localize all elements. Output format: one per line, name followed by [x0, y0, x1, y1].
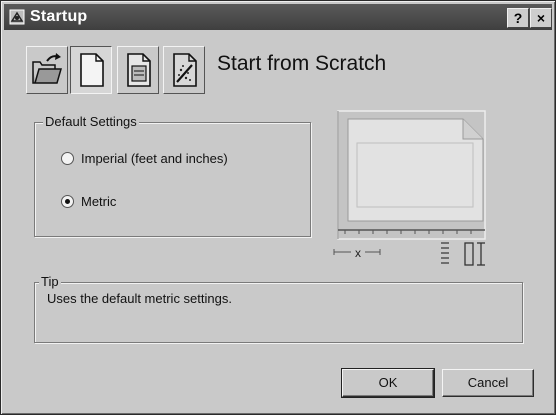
- radio-button[interactable]: [61, 195, 74, 208]
- metric-label: Metric: [81, 194, 117, 209]
- app-icon: [9, 9, 25, 25]
- cancel-button[interactable]: Cancel: [442, 369, 534, 397]
- window-title: Startup: [30, 8, 88, 25]
- tip-text: Uses the default metric settings.: [47, 291, 232, 306]
- startup-dialog: Startup ? × Start from Scratch Default S…: [0, 0, 556, 415]
- open-folder-icon: [32, 53, 62, 84]
- radio-button[interactable]: [61, 152, 74, 165]
- tip-group: Tip Uses the default metric settings.: [34, 274, 523, 343]
- preview-x-label: x: [355, 246, 361, 260]
- default-settings-legend: Default Settings: [43, 114, 139, 129]
- tab-use-wizard[interactable]: [163, 46, 205, 94]
- tab-use-template[interactable]: [117, 46, 159, 94]
- imperial-label: Imperial (feet and inches): [81, 151, 228, 166]
- tab-start-from-scratch[interactable]: [70, 46, 112, 94]
- close-button[interactable]: ×: [530, 8, 552, 28]
- page-title: Start from Scratch: [217, 52, 387, 75]
- tab-open-drawing[interactable]: [26, 46, 68, 94]
- default-settings-group: Default Settings Imperial (feet and inch…: [34, 114, 311, 237]
- blank-page-icon: [80, 53, 104, 87]
- wizard-page-icon: [173, 53, 197, 87]
- help-button[interactable]: ?: [507, 8, 529, 28]
- title-bar[interactable]: Startup ? ×: [4, 4, 552, 30]
- template-page-icon: [127, 53, 151, 87]
- drawing-limits-preview-icon: x: [333, 110, 486, 266]
- ok-button[interactable]: OK: [341, 368, 435, 398]
- tip-legend: Tip: [39, 274, 61, 289]
